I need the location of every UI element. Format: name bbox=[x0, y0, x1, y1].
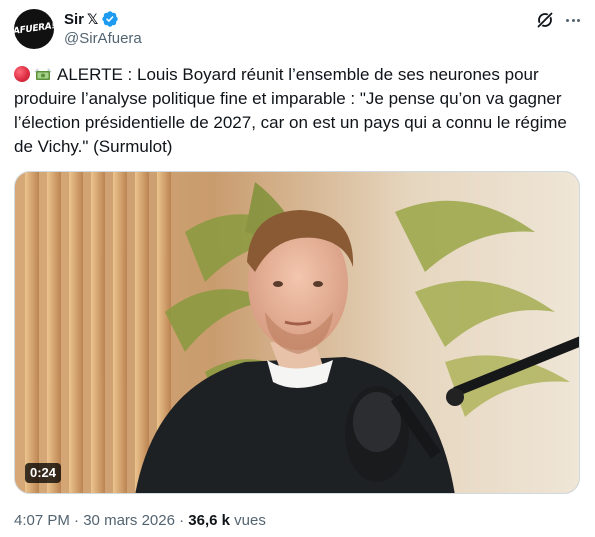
money-with-wings-emoji-icon bbox=[34, 68, 52, 80]
tweet-meta: 4:07 PM · 30 mars 2026 · 36,6 k vues bbox=[14, 512, 266, 529]
avatar-logo-text: AFUERA! bbox=[14, 21, 54, 37]
views-label: vues bbox=[230, 512, 266, 529]
author-handle[interactable]: @SirAfuera bbox=[64, 30, 142, 47]
tweet-card: AFUERA! Sir 𝕏 @SirAfuera ALERTE : Louis … bbox=[0, 0, 595, 537]
more-options-icon[interactable] bbox=[563, 10, 583, 30]
grok-icon[interactable] bbox=[535, 10, 555, 30]
x-logo-icon: 𝕏 bbox=[87, 10, 99, 27]
video-duration-badge: 0:24 bbox=[25, 463, 62, 483]
verified-badge-icon[interactable] bbox=[101, 10, 119, 28]
display-name[interactable]: Sir bbox=[64, 11, 84, 28]
video-thumbnail bbox=[15, 172, 579, 493]
view-count: 36,6 k bbox=[188, 512, 231, 529]
avatar[interactable]: AFUERA! bbox=[14, 9, 54, 49]
tweet-text: ALERTE : Louis Boyard réunit l’ensemble … bbox=[14, 63, 584, 159]
red-circle-emoji-icon bbox=[14, 66, 30, 82]
meta-separator: · bbox=[69, 512, 84, 529]
tweet-date[interactable]: 30 mars 2026 bbox=[83, 512, 175, 529]
tweet-prefix: ALERTE : bbox=[57, 65, 137, 84]
tweet-time[interactable]: 4:07 PM bbox=[14, 512, 70, 529]
meta-separator-2: · bbox=[174, 512, 189, 529]
author-name-row[interactable]: Sir 𝕏 bbox=[64, 9, 119, 29]
video-player[interactable]: 0:24 bbox=[14, 171, 580, 494]
